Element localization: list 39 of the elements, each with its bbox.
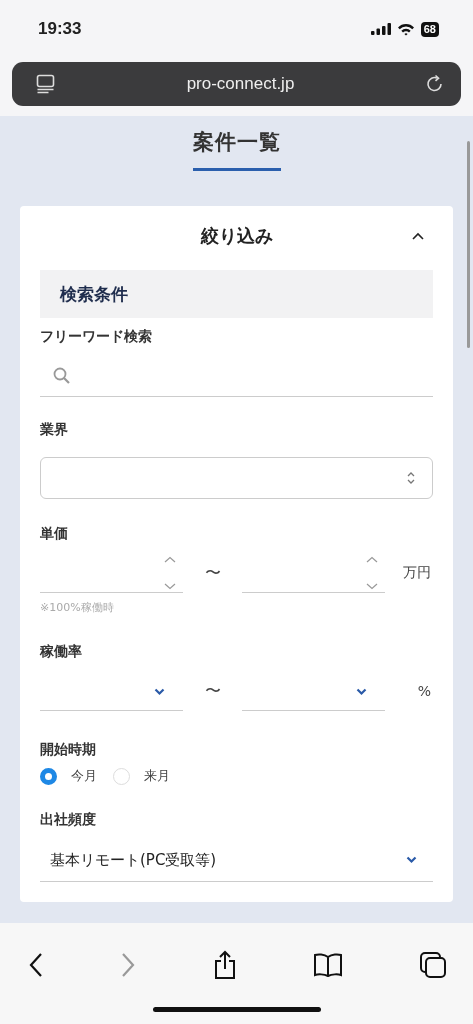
field-note: ※100%稼働時 [40, 600, 115, 615]
page-title: 案件一覧 [192, 128, 281, 156]
filter-title: 絞り込み [200, 224, 273, 248]
unit-label: % [416, 683, 432, 699]
select-field[interactable]: 基本リモート(PC受取等) [40, 839, 433, 882]
battery-icon: 68 [420, 21, 439, 37]
field-label: 業界 [40, 421, 69, 439]
radio-button[interactable] [40, 767, 57, 785]
address-bar[interactable]: pro-connect.jp [12, 62, 461, 106]
field-label: 出社頻度 [40, 811, 97, 829]
chevron-icon[interactable] [411, 232, 425, 241]
field-label: 稼働率 [40, 643, 83, 661]
field-label: フリーワード検索 [40, 328, 153, 346]
forward-icon[interactable] [120, 952, 137, 978]
radio-label[interactable]: 今月 [71, 767, 97, 785]
share-icon[interactable] [212, 950, 237, 980]
field-label: 開始時期 [40, 741, 97, 759]
reader-icon[interactable] [36, 74, 56, 94]
back-icon[interactable] [28, 952, 44, 978]
section-title: 検索条件 [60, 282, 128, 306]
chevron-down-icon [154, 687, 165, 696]
select-field[interactable] [40, 457, 433, 499]
field-label: 単価 [40, 525, 69, 543]
range-separator: 〜 [203, 680, 222, 702]
chevron-down-icon [356, 687, 367, 696]
chevron-down-icon [406, 856, 417, 864]
book-icon[interactable] [312, 952, 343, 978]
updown-icon [406, 470, 416, 486]
range-separator: 〜 [203, 562, 222, 584]
radio-label[interactable]: 来月 [144, 767, 170, 785]
reload-icon[interactable] [425, 74, 445, 94]
wifi-icon [396, 22, 415, 36]
signal-icon [370, 23, 391, 35]
unit-label: 万円 [402, 564, 432, 582]
search-icon [52, 366, 72, 386]
status-time: 19:33 [38, 19, 82, 39]
tabs-icon[interactable] [419, 951, 447, 979]
stepper-icon [163, 555, 177, 590]
stepper-icon [365, 555, 379, 590]
